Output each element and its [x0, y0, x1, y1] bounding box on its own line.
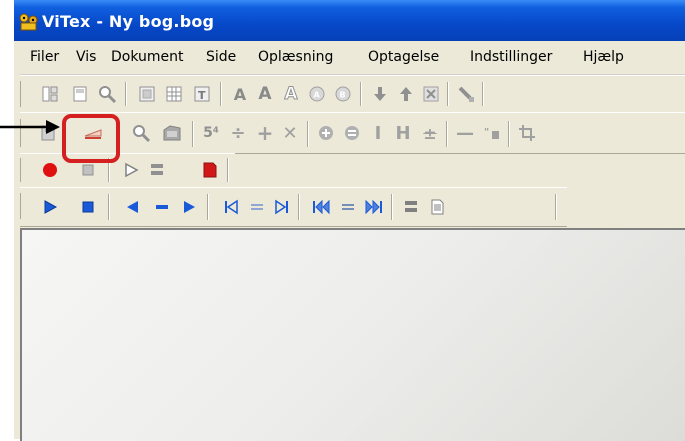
svg-text:B: B	[340, 91, 346, 100]
toolbar-separator	[555, 194, 557, 220]
font-a-large-icon[interactable]: A	[254, 83, 276, 105]
grid-single-icon[interactable]	[136, 83, 158, 105]
menu-hjaelp[interactable]: Hjælp	[583, 49, 624, 65]
divide-icon[interactable]: ÷	[227, 122, 249, 144]
menu-bar: Filer Vis Dokument Side Oplæsning Optage…	[14, 41, 685, 75]
page-icon[interactable]	[69, 83, 91, 105]
strike-icon[interactable]: ±	[419, 122, 441, 144]
toolbar-separator	[108, 194, 110, 220]
multiply-icon[interactable]: ✕	[279, 122, 301, 144]
circle-a-icon[interactable]: A	[306, 83, 328, 105]
circle-b-icon[interactable]: B	[332, 83, 354, 105]
font-a-icon[interactable]: A	[229, 83, 251, 105]
document-icon[interactable]	[426, 196, 448, 218]
font-a-outline-icon[interactable]: A	[280, 83, 302, 105]
annotation-arrow	[0, 118, 62, 136]
arrow-down-icon[interactable]	[369, 83, 391, 105]
next-icon[interactable]	[178, 196, 200, 218]
toolbar-separator	[125, 82, 127, 106]
pen-icon[interactable]	[455, 83, 477, 105]
fast-forward-icon[interactable]	[363, 196, 385, 218]
search-icon[interactable]	[96, 83, 118, 105]
lines-icon[interactable]	[146, 159, 168, 181]
doc-lines-icon[interactable]	[400, 196, 422, 218]
toolbar-format: T A A A A B	[14, 75, 685, 113]
play-icon[interactable]	[39, 196, 61, 218]
grid-icon[interactable]	[163, 83, 185, 105]
toolbar-separator	[447, 82, 449, 106]
arrow-up-icon[interactable]	[395, 83, 417, 105]
toolbar-separator	[482, 82, 484, 106]
red-page-icon[interactable]	[199, 159, 221, 181]
window-title: ViTex - Ny bog.bog	[42, 12, 215, 31]
fast-back-icon[interactable]	[310, 196, 332, 218]
lines-dark-icon[interactable]	[337, 196, 359, 218]
play-outline-icon[interactable]	[120, 159, 142, 181]
text-cursor-icon[interactable]: I	[367, 122, 389, 144]
svg-text:": "	[484, 127, 489, 138]
circle-plus-icon[interactable]	[315, 122, 337, 144]
menu-dokument[interactable]: Dokument	[111, 49, 184, 65]
menu-oplaesning[interactable]: Oplæsning	[258, 49, 333, 65]
dash-icon[interactable]	[151, 196, 173, 218]
menu-vis[interactable]: Vis	[76, 49, 96, 65]
toolbar-separator	[360, 82, 362, 106]
skip-end-icon[interactable]	[271, 196, 293, 218]
toolbar-recording	[14, 153, 235, 188]
toolbar-separator	[192, 121, 194, 147]
document-workspace[interactable]	[20, 228, 685, 441]
crop-icon[interactable]	[516, 122, 538, 144]
minus-icon[interactable]: —	[454, 122, 476, 144]
toolbar-playback	[14, 187, 567, 227]
record-icon[interactable]	[39, 159, 61, 181]
close-box-icon[interactable]	[420, 83, 442, 105]
text-frame-icon[interactable]: T	[191, 83, 213, 105]
toolbar-separator	[207, 194, 209, 220]
h-bracket-icon[interactable]: H	[392, 122, 414, 144]
skip-start-icon[interactable]	[220, 196, 242, 218]
menu-side[interactable]: Side	[206, 49, 236, 65]
toolbar-separator	[508, 121, 510, 147]
lines-small-icon[interactable]	[246, 196, 268, 218]
magnify-icon[interactable]	[130, 122, 152, 144]
svg-text:A: A	[314, 91, 321, 100]
menu-indstillinger[interactable]: Indstillinger	[470, 49, 552, 65]
layout-icon[interactable]	[39, 83, 61, 105]
toolbar-separator	[220, 82, 222, 106]
stop-icon[interactable]	[77, 196, 99, 218]
toolbar-separator	[446, 121, 448, 147]
superscript-icon[interactable]: 5⁴	[200, 122, 222, 144]
circle-minus-icon[interactable]	[341, 122, 363, 144]
toolbar-separator	[391, 194, 393, 220]
toolbar-separator	[307, 121, 309, 147]
toolbar-separator	[298, 194, 300, 220]
menu-filer[interactable]: Filer	[30, 49, 59, 65]
toolbar-separator	[227, 158, 229, 182]
app-logo-icon	[18, 12, 40, 32]
prev-icon[interactable]	[122, 196, 144, 218]
highlight-box	[62, 114, 120, 163]
svg-text:T: T	[198, 89, 206, 102]
folder-icon[interactable]	[161, 122, 183, 144]
quote-icon[interactable]: "	[481, 122, 503, 144]
menu-optagelse[interactable]: Optagelse	[368, 49, 439, 65]
plus-icon[interactable]: +	[254, 121, 276, 145]
